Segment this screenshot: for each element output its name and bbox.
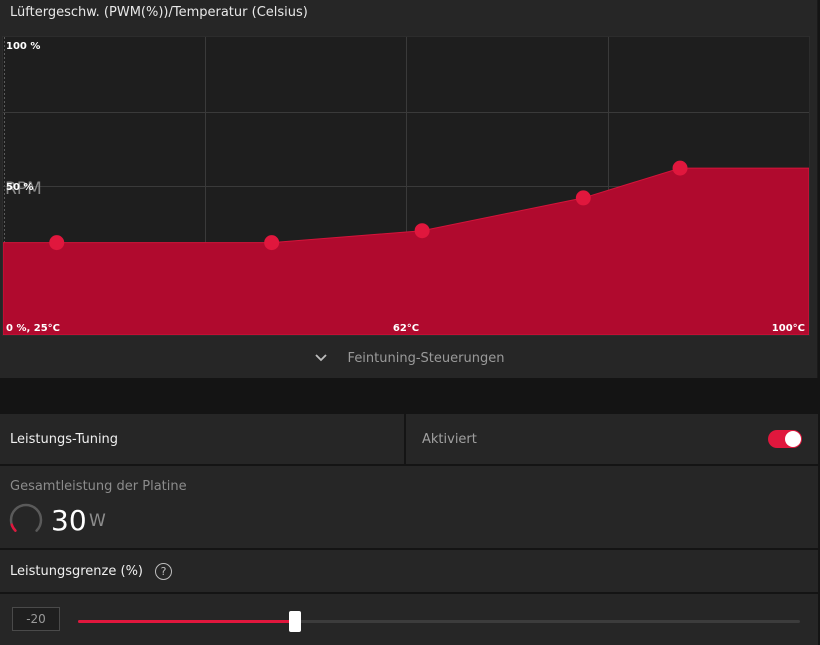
- board-power-label: Gesamtleistung der Platine: [10, 479, 187, 494]
- fan-curve-point[interactable]: [264, 235, 280, 251]
- y-tick-label-mid: 50 %: [6, 182, 33, 193]
- performance-tuning-header: Leistungs-Tuning: [0, 414, 404, 464]
- fine-tune-label: Feintuning-Steuerungen: [347, 350, 505, 366]
- gauge-fill: [10, 523, 17, 532]
- fan-curve-chart[interactable]: RPM 100 % 50 % 0 %, 25°C 62°C 100°C: [2, 36, 810, 336]
- y-tick-label-top: 100 %: [6, 41, 40, 52]
- power-limit-label: Leistungsgrenze (%): [10, 563, 143, 579]
- fine-tune-controls-toggle[interactable]: Feintuning-Steuerungen: [0, 338, 818, 378]
- gauge-track: [9, 503, 43, 532]
- x-tick-label-mid: 62°C: [393, 323, 419, 334]
- fan-curve-point[interactable]: [575, 190, 591, 206]
- power-limit-input[interactable]: [12, 607, 60, 631]
- power-gauge-icon: [9, 503, 43, 532]
- fan-curve-svg[interactable]: RPM100 %50 %0 %, 25°C 62°C 100°C: [3, 37, 809, 335]
- power-limit-header: Leistungsgrenze (%) ?: [0, 550, 818, 592]
- performance-tuning-status-row: Aktiviert: [406, 414, 818, 464]
- fan-curve-panel: Lüftergeschw. (PWM(%))/Temperatur (Celsi…: [0, 0, 818, 378]
- board-power-value: 30: [51, 504, 87, 537]
- chevron-down-icon: [314, 354, 327, 362]
- board-power-section: Gesamtleistung der Platine: [0, 466, 818, 548]
- performance-tuning-status: Aktiviert: [422, 431, 477, 447]
- board-power-unit: W: [89, 511, 106, 531]
- fan-curve-title: Lüftergeschw. (PWM(%))/Temperatur (Celsi…: [10, 5, 308, 20]
- power-limit-slider-fill: [78, 620, 295, 623]
- toggle-knob: [785, 431, 801, 447]
- fan-curve-point[interactable]: [414, 223, 430, 239]
- section-divider: [0, 378, 820, 414]
- help-circle-icon[interactable]: ?: [155, 562, 172, 580]
- x-tick-label-right: 100°C: [772, 323, 805, 334]
- power-limit-slider-track[interactable]: [78, 611, 800, 632]
- power-limit-slider-row: [0, 594, 818, 645]
- x-tick-label-left: 0 %, 25°C: [6, 323, 60, 334]
- performance-tuning-toggle[interactable]: [768, 430, 802, 448]
- fan-curve-point[interactable]: [672, 160, 688, 176]
- power-limit-slider-thumb[interactable]: [288, 611, 301, 632]
- performance-tuning-label: Leistungs-Tuning: [10, 431, 119, 447]
- fan-curve-point[interactable]: [49, 235, 65, 251]
